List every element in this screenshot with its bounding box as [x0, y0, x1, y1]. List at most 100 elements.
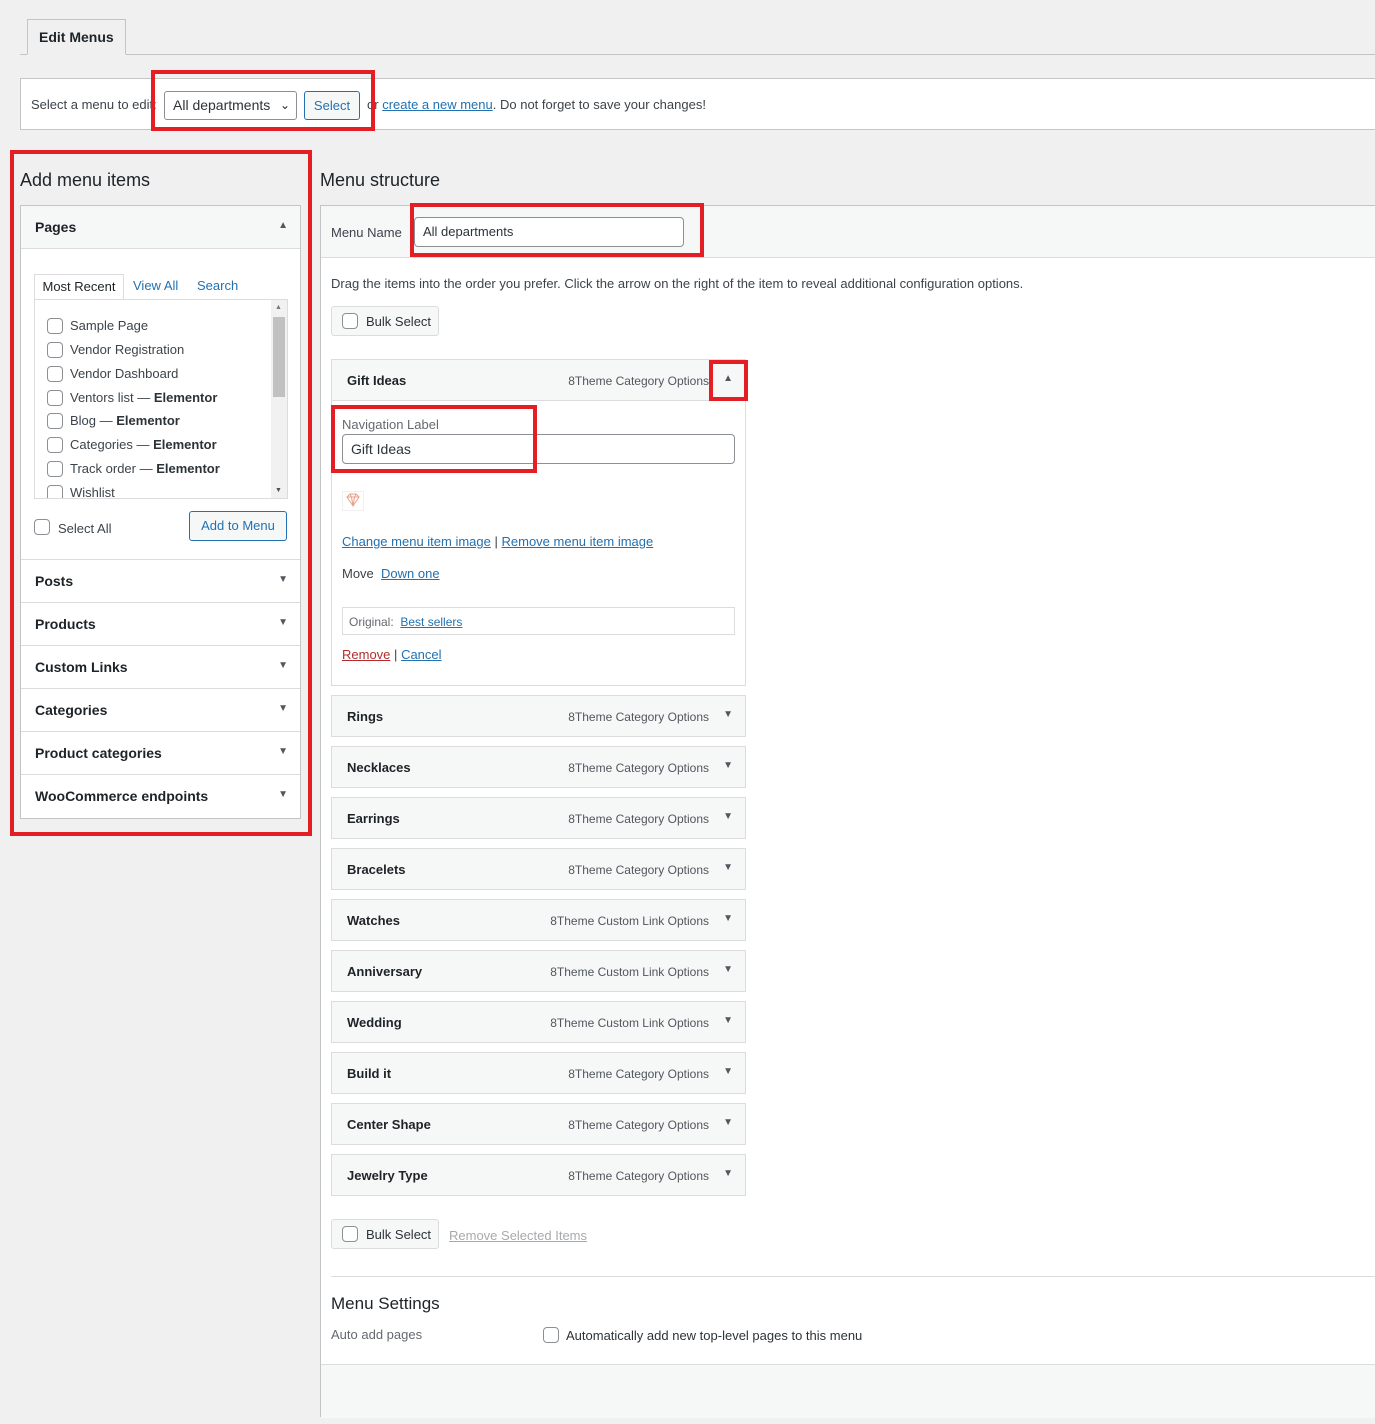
image-links: Change menu item image | Remove menu ite… [342, 534, 653, 549]
page-label: Blog — Elementor [70, 413, 180, 428]
add-menu-items-heading: Add menu items [20, 170, 151, 190]
triangle-down-icon[interactable]: ▼ [723, 1015, 733, 1026]
navigation-label-input[interactable]: Gift Ideas [342, 434, 735, 464]
triangle-down-icon[interactable]: ▼ [278, 574, 288, 585]
page-checkbox[interactable] [47, 413, 63, 429]
accordion-section-posts[interactable]: Posts ▼ [21, 559, 300, 602]
triangle-down-icon[interactable]: ▼ [278, 703, 288, 714]
menu-item-title: Center Shape [347, 1117, 431, 1132]
accordion-section-custom-links[interactable]: Custom Links ▼ [21, 645, 300, 688]
scroll-down-icon[interactable]: ▼ [275, 487, 282, 494]
menu-item[interactable]: Center Shape 8Theme Category Options ▼ [331, 1103, 746, 1145]
bulk-select-label: Bulk Select [366, 314, 432, 329]
triangle-down-icon[interactable]: ▼ [723, 811, 733, 822]
triangle-down-icon[interactable]: ▼ [723, 760, 733, 771]
accordion-section-products[interactable]: Products ▼ [21, 602, 300, 645]
page-checkbox[interactable] [47, 461, 63, 477]
triangle-down-icon[interactable]: ▼ [723, 862, 733, 873]
pages-scrollbar[interactable]: ▲ ▼ [271, 300, 287, 498]
triangle-down-icon[interactable]: ▼ [278, 617, 288, 628]
menu-name-header: Menu Name All departments [321, 206, 1375, 258]
triangle-down-icon[interactable]: ▼ [278, 660, 288, 671]
bulk-select-bottom[interactable]: Bulk Select [331, 1219, 439, 1249]
triangle-down-icon[interactable]: ▼ [723, 1117, 733, 1128]
select-all-checkbox[interactable] [34, 519, 50, 535]
accordion-section-woocommerce-endpoints[interactable]: WooCommerce endpoints ▼ [21, 774, 300, 817]
change-menu-item-image-link[interactable]: Change menu item image [342, 534, 491, 549]
tab-view-all[interactable]: View All [133, 274, 178, 300]
save-reminder: . Do not forget to save your changes! [492, 97, 706, 112]
page-checkbox[interactable] [47, 342, 63, 358]
page-checkbox[interactable] [47, 318, 63, 334]
menu-item-type: 8Theme Category Options [568, 1118, 709, 1132]
menu-item[interactable]: Build it 8Theme Category Options ▼ [331, 1052, 746, 1094]
section-title: Product categories [35, 745, 162, 761]
menu-structure-heading: Menu structure [320, 170, 441, 190]
menu-item[interactable]: Wedding 8Theme Custom Link Options ▼ [331, 1001, 746, 1043]
menu-item[interactable]: Earrings 8Theme Category Options ▼ [331, 797, 746, 839]
auto-add-pages-checkbox[interactable] [543, 1327, 559, 1343]
pages-section-header[interactable]: Pages ▲ [21, 206, 300, 249]
page-checkbox[interactable] [47, 437, 63, 453]
select-menu-button[interactable]: Select [304, 91, 360, 120]
menu-item-type: 8Theme Category Options [568, 710, 709, 724]
tab-divider [20, 54, 1375, 55]
triangle-down-icon[interactable]: ▼ [723, 913, 733, 924]
menu-item-type: 8Theme Category Options [568, 812, 709, 826]
menu-item-title: Build it [347, 1066, 392, 1081]
page-label: Categories — Elementor [70, 437, 217, 452]
remove-selected-items-link[interactable]: Remove Selected Items [449, 1228, 587, 1243]
triangle-down-icon[interactable]: ▼ [723, 1066, 733, 1077]
create-new-menu-link[interactable]: create a new menu [382, 97, 493, 112]
page-checkbox[interactable] [47, 390, 63, 406]
accordion-section-product-categories[interactable]: Product categories ▼ [21, 731, 300, 774]
bulk-select-checkbox[interactable] [342, 313, 358, 329]
drag-instructions: Drag the items into the order you prefer… [331, 276, 1024, 291]
remove-item-link[interactable]: Remove [342, 647, 390, 662]
tab-most-recent[interactable]: Most Recent [34, 274, 124, 300]
pages-checklist[interactable]: Sample Page Vendor Registration Vendor D… [34, 299, 288, 499]
page-label: Sample Page [70, 318, 149, 333]
page-label: Ventors list — Elementor [70, 390, 218, 405]
menu-item[interactable]: Necklaces 8Theme Category Options ▼ [331, 746, 746, 788]
menu-structure-panel: Menu Name All departments Drag the items… [320, 205, 1375, 1418]
original-link[interactable]: Best sellers [400, 615, 462, 629]
triangle-down-icon[interactable]: ▼ [723, 1168, 733, 1179]
bulk-select-top[interactable]: Bulk Select [331, 306, 439, 336]
menu-item[interactable]: Anniversary 8Theme Custom Link Options ▼ [331, 950, 746, 992]
menu-item-gift-ideas[interactable]: Gift Ideas 8Theme Category Options ▲ [331, 359, 746, 401]
menu-item[interactable]: Jewelry Type 8Theme Category Options ▼ [331, 1154, 746, 1196]
scrollbar-thumb[interactable] [273, 317, 285, 397]
menu-item-type: 8Theme Custom Link Options [550, 965, 709, 979]
menu-item[interactable]: Bracelets 8Theme Category Options ▼ [331, 848, 746, 890]
triangle-down-icon[interactable]: ▼ [278, 746, 288, 757]
menu-item[interactable]: Rings 8Theme Category Options ▼ [331, 695, 746, 737]
bulk-select-checkbox[interactable] [342, 1226, 358, 1242]
tab-edit-menus[interactable]: Edit Menus [27, 19, 126, 55]
menu-select-dropdown[interactable]: All departments ⌄ [164, 91, 297, 120]
page-label: Vendor Registration [70, 342, 185, 357]
add-to-menu-button[interactable]: Add to Menu [189, 511, 287, 541]
triangle-up-icon[interactable]: ▲ [723, 373, 733, 384]
accordion-section-categories[interactable]: Categories ▼ [21, 688, 300, 731]
triangle-down-icon[interactable]: ▼ [723, 964, 733, 975]
move-row: Move Down one [342, 566, 440, 581]
menu-settings-heading: Menu Settings [331, 1294, 440, 1313]
cancel-item-link[interactable]: Cancel [401, 647, 441, 662]
triangle-down-icon[interactable]: ▼ [723, 709, 733, 720]
triangle-down-icon[interactable]: ▼ [278, 789, 288, 800]
move-down-one-link[interactable]: Down one [381, 566, 440, 581]
menu-name-input[interactable]: All departments [414, 217, 684, 247]
move-label: Move [342, 566, 374, 581]
page-checkbox[interactable] [47, 485, 63, 498]
scroll-up-icon[interactable]: ▲ [275, 304, 282, 311]
remove-menu-item-image-link[interactable]: Remove menu item image [502, 534, 654, 549]
page-checkbox[interactable] [47, 366, 63, 382]
page-label: Track order — Elementor [70, 461, 220, 476]
triangle-up-icon[interactable]: ▲ [278, 220, 288, 231]
action-divider: | [394, 647, 398, 662]
pages-section-title: Pages [35, 219, 77, 235]
tab-search[interactable]: Search [197, 274, 238, 300]
auto-add-pages-text: Automatically add new top-level pages to… [566, 1328, 863, 1343]
menu-item[interactable]: Watches 8Theme Custom Link Options ▼ [331, 899, 746, 941]
